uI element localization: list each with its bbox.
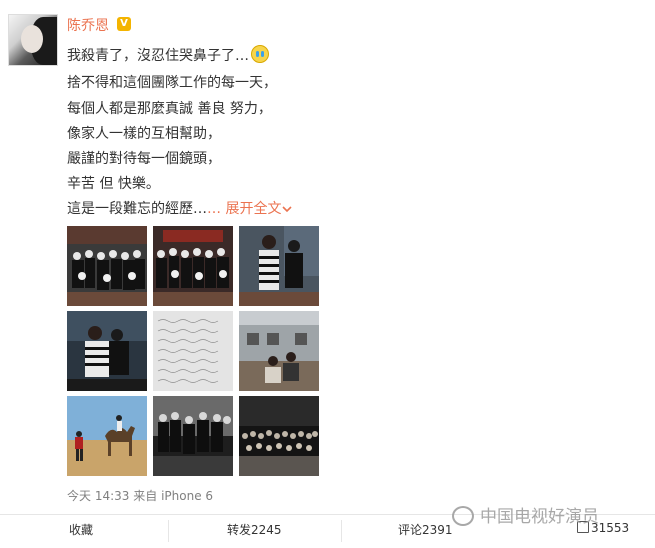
verified-badge-icon: V: [117, 17, 131, 31]
avatar[interactable]: [8, 14, 58, 66]
source-prefix: 来自: [133, 489, 158, 503]
photo-group-bw[interactable]: [153, 396, 233, 476]
photo-night-group[interactable]: [239, 396, 319, 476]
photo-outdoor-building-art: [239, 311, 319, 391]
photo-camel-desert[interactable]: [67, 396, 147, 476]
photo-hug[interactable]: [67, 311, 147, 391]
action-separator: [168, 520, 169, 542]
crying-face-icon: [251, 45, 269, 63]
post-line-1: 我殺青了，沒忍住哭鼻子了…: [67, 45, 269, 65]
photo-hug-art: [67, 311, 147, 391]
post-line-3: 每個人都是那麼真誠 善良 努力，: [67, 101, 272, 117]
photo-dance[interactable]: [239, 226, 319, 306]
photo-group-1-art: [67, 226, 147, 306]
post-meta: 今天 14:33 来自 iPhone 6: [67, 487, 213, 504]
username[interactable]: 陈乔恩: [67, 15, 109, 35]
photo-handwritten-note[interactable]: [153, 311, 233, 391]
watermark: 中国电视好演员: [452, 502, 599, 527]
watermark-text: 中国电视好演员: [480, 507, 599, 527]
photo-outdoor-building[interactable]: [239, 311, 319, 391]
repost-button[interactable]: 转发2245: [227, 521, 282, 538]
post-line-5: 嚴謹的對待每一個鏡頭，: [67, 151, 221, 167]
comment-button[interactable]: 评论2391: [398, 521, 453, 538]
wechat-icon: [452, 506, 474, 526]
photo-night-group-art: [239, 396, 319, 476]
action-separator: [341, 520, 342, 542]
post-line-7: 這是一段難忘的經歷…… 展开全文: [67, 198, 293, 218]
post-text: 這是一段難忘的經歷…: [67, 201, 207, 217]
avatar-face: [21, 25, 43, 53]
photo-group-bw-art: [153, 396, 233, 476]
post-line-6: 辛苦 但 快樂。: [67, 176, 160, 192]
photo-group-2-art: [153, 226, 233, 306]
favorite-button[interactable]: 收藏: [69, 521, 93, 538]
photo-dance-art: [239, 226, 319, 306]
expand-link[interactable]: … 展开全文: [207, 201, 293, 217]
post-source[interactable]: iPhone 6: [161, 489, 213, 503]
photo-camel-desert-art: [67, 396, 147, 476]
photo-handwritten-note-art: [153, 311, 233, 391]
post-line-2: 捨不得和這個團隊工作的每一天，: [67, 75, 277, 91]
post-line-4: 像家人一樣的互相幫助，: [67, 126, 221, 142]
photo-group-1[interactable]: [67, 226, 147, 306]
post-time[interactable]: 今天 14:33: [67, 489, 129, 503]
expand-label: … 展开全文: [207, 201, 282, 217]
post-text: 我殺青了，沒忍住哭鼻子了…: [67, 48, 249, 64]
chevron-down-icon: [282, 206, 293, 213]
photo-group-2[interactable]: [153, 226, 233, 306]
